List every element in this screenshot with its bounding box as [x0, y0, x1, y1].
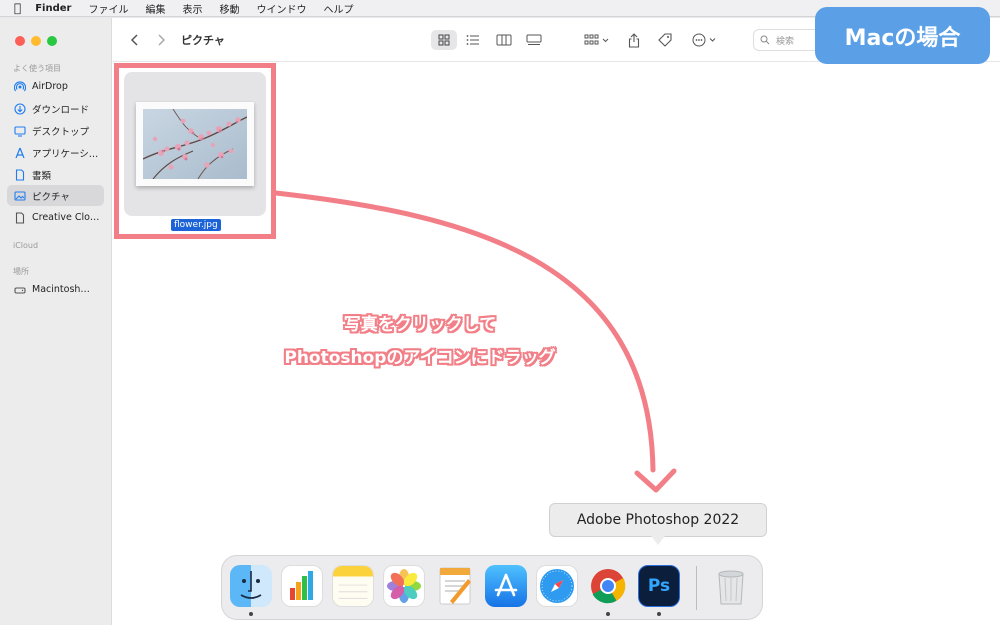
zoom-button[interactable]: [47, 36, 57, 46]
running-indicator: [606, 612, 610, 616]
instruction-line-1: 写真をクリックして: [343, 315, 497, 335]
sidebar-item-label: ダウンロード: [32, 104, 90, 116]
sidebar-item-desktop[interactable]: デスクトップ: [7, 120, 104, 141]
sidebar-item-creative-cloud[interactable]: Creative Clo…: [7, 207, 104, 228]
search-icon: [760, 35, 770, 45]
dock-separator: [696, 566, 697, 610]
window-title: ピクチャ: [181, 34, 225, 47]
tags-button[interactable]: [655, 30, 675, 50]
chrome-icon[interactable]: [587, 565, 629, 607]
menu-help[interactable]: ヘルプ: [323, 1, 353, 16]
locations-heading: 場所: [13, 267, 29, 276]
photoshop-icon[interactable]: Ps: [638, 565, 680, 607]
sidebar-item-label: Creative Clo…: [32, 212, 100, 223]
photoshop-label: Ps: [647, 576, 671, 596]
action-button[interactable]: [691, 30, 721, 50]
sidebar-item-label: 書類: [32, 170, 52, 182]
icloud-heading: iCloud: [13, 241, 39, 250]
back-button[interactable]: [127, 30, 143, 50]
favorites-heading: よく使う項目: [13, 64, 61, 73]
minimize-button[interactable]: [31, 36, 41, 46]
sidebar-item-label: Macintosh…: [32, 284, 90, 295]
icon-view-button[interactable]: [431, 30, 457, 50]
desktop-icon: [14, 125, 26, 137]
app-store-icon[interactable]: [485, 565, 527, 607]
trash-icon[interactable]: [710, 565, 752, 607]
menu-view[interactable]: 表示: [182, 1, 202, 16]
columns-icon: [496, 34, 512, 46]
close-button[interactable]: [15, 36, 25, 46]
notes-icon[interactable]: [332, 565, 374, 607]
airdrop-icon: [14, 80, 26, 93]
dock-tooltip: Adobe Photoshop 2022: [549, 503, 767, 537]
menu-finder[interactable]: Finder: [35, 3, 71, 14]
menu-edit[interactable]: 編集: [145, 1, 165, 16]
tag-icon: [658, 33, 672, 47]
menu-go[interactable]: 移動: [219, 1, 239, 16]
menu-file[interactable]: ファイル: [88, 1, 128, 16]
instruction-line-2: Photoshopのアイコンにドラッグ: [284, 348, 556, 368]
group-icon: [584, 34, 609, 45]
chevron-right-icon: [158, 34, 166, 46]
sidebar-item-airdrop[interactable]: AirDrop: [7, 76, 104, 97]
pages-icon[interactable]: [434, 565, 476, 607]
sidebar-item-label: デスクトップ: [32, 126, 90, 138]
sidebar-item-label: ピクチャ: [32, 191, 70, 203]
highlight-box: [114, 63, 276, 239]
sidebar-item-documents[interactable]: 書類: [7, 164, 104, 185]
sidebar-item-label: AirDrop: [32, 81, 68, 92]
grid-icon: [438, 34, 450, 46]
applications-icon: [14, 147, 26, 159]
sidebar-item-applications[interactable]: アプリケーシ…: [7, 142, 104, 163]
forward-button[interactable]: [153, 30, 169, 50]
gallery-view-button[interactable]: [523, 30, 545, 50]
dock: Ps: [221, 555, 763, 620]
safari-icon[interactable]: [536, 565, 578, 607]
apple-menu-icon[interactable]: : [14, 1, 21, 15]
tooltip-pointer: [651, 536, 665, 545]
disk-icon: [14, 284, 26, 296]
sidebar-item-pictures[interactable]: ピクチャ: [7, 185, 104, 206]
sidebar-item-macintosh-hd[interactable]: Macintosh…: [7, 279, 104, 300]
running-indicator: [249, 612, 253, 616]
finder-icon[interactable]: [230, 565, 272, 607]
search-placeholder: 検索: [776, 36, 795, 47]
gallery-icon: [526, 34, 542, 45]
download-icon: [14, 102, 26, 115]
running-indicator: [657, 612, 661, 616]
column-view-button[interactable]: [493, 30, 515, 50]
window-controls: [15, 36, 57, 46]
chevron-left-icon: [130, 34, 138, 46]
platform-badge: Macの場合: [815, 7, 990, 64]
pictures-icon: [14, 190, 26, 202]
group-button[interactable]: [583, 30, 613, 50]
sidebar: よく使う項目 AirDrop ダウンロード デスクトップ アプリケーシ… 書類 …: [0, 18, 112, 625]
share-button[interactable]: [625, 30, 643, 50]
menu-window[interactable]: ウインドウ: [256, 1, 306, 16]
sidebar-item-label: アプリケーシ…: [32, 148, 99, 160]
list-view-button[interactable]: [462, 30, 484, 50]
numbers-icon[interactable]: [281, 565, 323, 607]
more-icon: [692, 33, 716, 47]
share-icon: [628, 32, 640, 48]
file-icon: [14, 211, 26, 224]
photos-icon[interactable]: [383, 565, 425, 607]
list-icon: [466, 35, 479, 45]
sidebar-item-downloads[interactable]: ダウンロード: [7, 98, 104, 119]
document-icon: [14, 168, 26, 181]
